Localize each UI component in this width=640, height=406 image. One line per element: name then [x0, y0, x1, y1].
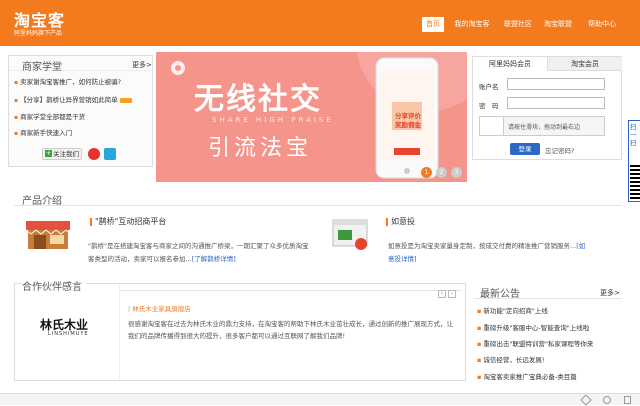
prev-arrow-icon[interactable]: ‹ — [438, 290, 446, 298]
account-label: 账户名 — [479, 83, 499, 91]
phone-line-2: 奖励佣金 — [395, 121, 421, 129]
tab-alimama-member[interactable]: 阿里妈妈会员 — [473, 57, 547, 71]
qr-code-icon — [630, 165, 640, 199]
banner-english: SHARE HIGH PRAISE — [212, 116, 334, 124]
password-label: 密 码 — [479, 102, 499, 110]
next-arrow-icon[interactable]: › — [448, 290, 456, 298]
news-item-4[interactable]: 诚信经营，长远发展! — [477, 354, 544, 364]
product-2-description: 如意投是为淘宝卖家量身定制，按成交付费的精准推广营销服务...[如 意投详情] — [388, 242, 586, 263]
banner-logo-icon — [171, 61, 185, 75]
shop-icon — [25, 217, 71, 251]
partner-title: 合作伙伴感言 — [22, 278, 86, 293]
trash-icon[interactable] — [624, 396, 631, 404]
product-2-title[interactable]: 如意投 — [386, 216, 415, 227]
product-1-description: "鹊桥"是在搭建淘宝客与商家之间的沟通推广桥梁，一期汇聚了众多优质淘宝客类型的活… — [88, 242, 309, 263]
forgot-password-link[interactable]: 忘记密码? — [545, 145, 574, 155]
ruyitou-icon — [331, 218, 371, 252]
partner-company[interactable]: | 林氏木业家具旗舰店 — [128, 303, 191, 313]
news-item-1[interactable]: 新功能"定向招商"上线 — [477, 305, 547, 315]
banner-tagline: 引流法宝 — [208, 136, 313, 161]
news-more[interactable]: 更多> — [600, 288, 620, 298]
product-2-link[interactable]: 意投详情] — [388, 255, 417, 263]
status-bar — [0, 393, 640, 406]
news-item-2[interactable]: 重磅升级"客服中心-智能查询"上线啦 — [477, 322, 589, 332]
news-item-5[interactable]: 淘宝客卖家推广宝典必备-类目篇 — [477, 371, 576, 381]
nav-home[interactable]: 首页 — [422, 17, 444, 32]
account-input[interactable] — [507, 78, 605, 90]
product-1-link[interactable]: [了解鹊桥详情] — [192, 255, 236, 263]
nav-my-taobaoke[interactable]: 我的淘宝客 — [450, 17, 494, 32]
nav-taobao-union[interactable]: 淘宝联盟 — [540, 17, 576, 32]
carousel-dot-1[interactable]: 1 — [421, 167, 432, 178]
school-item-4[interactable]: 商家新手快速入门 — [14, 127, 72, 137]
banner-headline: 无线社交 — [194, 82, 322, 117]
carousel-dot-3[interactable]: 3 — [451, 167, 462, 178]
school-item-2[interactable]: 【分享】鹊桥让异界营销如此简单 — [14, 94, 132, 104]
weixin-icon[interactable] — [104, 148, 116, 160]
partner-quote: 很感谢淘宝客在过去为林氏木业的鼎力支持，在淘宝客的帮助下林氏木业茁壮成长，通过创… — [128, 320, 453, 340]
header-bar: 淘宝客 阿里妈妈旗下产品 首页 我的淘宝客 联盟社区 淘宝联盟 帮助中心 — [0, 0, 640, 46]
site-subtitle: 阿里妈妈旗下产品 — [14, 30, 63, 37]
product-1-title[interactable]: "鹊桥"互动招商平台 — [90, 216, 166, 227]
tool-icon-2[interactable] — [603, 396, 611, 404]
nav-community[interactable]: 联盟社区 — [500, 17, 536, 32]
nav-help[interactable]: 帮助中心 — [582, 17, 622, 32]
qr-sidebar[interactable]: 扫一扫 — [628, 120, 640, 202]
tab-taobao-member[interactable]: 淘宝会员 — [547, 57, 622, 71]
slider-hint: 请按住滑块，拖动到最右边 — [508, 124, 581, 131]
news-item-3[interactable]: 重磅出击"联盟特训营"私家课程等你来 — [477, 338, 593, 348]
partner-logo-en: LINSHIMUYE — [48, 331, 89, 337]
carousel-dot-2[interactable]: 2 — [436, 167, 447, 178]
weibo-icon[interactable] — [88, 148, 100, 160]
slider-handle[interactable] — [480, 117, 504, 135]
products-title: 产品介绍 — [22, 196, 62, 207]
sidebar-label: 扫一扫 — [630, 123, 637, 147]
tool-icon-1[interactable] — [580, 394, 592, 406]
merchant-school-title: 商家学堂 — [22, 62, 62, 73]
school-item-3[interactable]: 商家学堂全部都是干货 — [14, 111, 85, 121]
hot-badge — [119, 97, 132, 103]
login-button[interactable]: 登录 — [510, 143, 540, 155]
follow-button[interactable]: + 关注我们 — [42, 148, 82, 160]
password-input[interactable] — [507, 97, 605, 109]
merchant-school-more[interactable]: 更多> — [132, 60, 152, 70]
plus-icon: + — [45, 150, 52, 157]
promo-banner[interactable]: 无线社交 SHARE HIGH PRAISE 引流法宝 分享评价 奖励佣金 1 … — [156, 52, 467, 182]
school-item-1[interactable]: 卖家谢淘宝客推广，如何防止被骗? — [14, 76, 121, 86]
slider-track[interactable]: 请按住滑块，拖动到最右边 — [479, 116, 605, 136]
